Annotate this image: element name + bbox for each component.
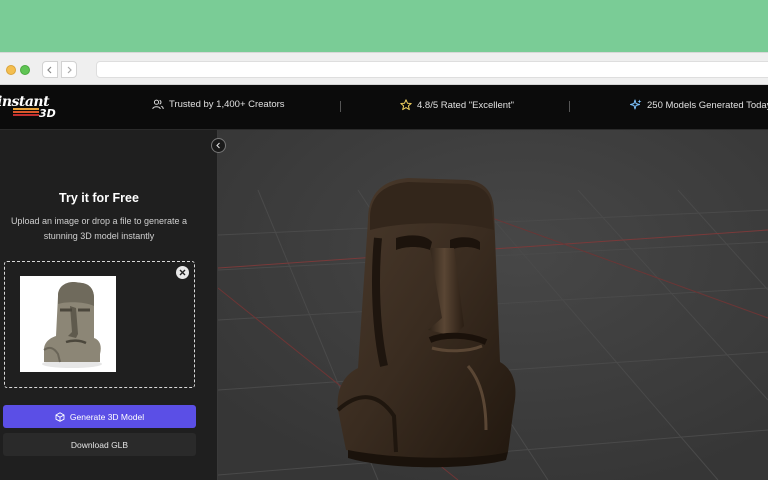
logo-stripe-3	[13, 114, 39, 116]
logo-stripes	[13, 108, 39, 119]
download-button-label: Download GLB	[70, 439, 129, 450]
stat-text: Trusted by 1,400+ Creators	[169, 99, 285, 110]
generate-3d-model-button[interactable]: Generate 3D Model	[3, 405, 196, 428]
browser-back-button[interactable]	[42, 61, 58, 78]
viewport-scene	[218, 130, 768, 480]
logo-stripe-1	[13, 108, 39, 110]
browser-toolbar	[0, 52, 768, 85]
logo-3d-mark: 3D	[39, 107, 56, 120]
desktop-background	[0, 0, 768, 52]
collapse-panel-button[interactable]	[211, 138, 226, 153]
chevron-left-icon	[216, 142, 220, 149]
stat-rating: 4.8/5 Rated "Excellent"	[400, 99, 514, 111]
site-header: instant 3D Trusted by 1,400+ Creators 4.…	[0, 85, 768, 130]
panel-subtitle: Upload an image or drop a file to genera…	[10, 216, 188, 241]
download-glb-button[interactable]: Download GLB	[3, 433, 196, 456]
maximize-window-button[interactable]	[20, 65, 30, 75]
header-divider	[569, 101, 570, 112]
remove-image-button[interactable]	[176, 266, 189, 279]
sparkles-icon	[630, 99, 642, 110]
stat-models-today: 250 Models Generated Today	[630, 99, 768, 111]
stat-trusted-creators: Trusted by 1,400+ Creators	[152, 99, 285, 110]
chevron-right-icon	[67, 66, 72, 73]
cube-icon	[55, 411, 65, 422]
panel-title: Try it for Free	[59, 191, 139, 205]
star-icon	[400, 99, 412, 111]
close-icon	[179, 269, 186, 276]
minimize-window-button[interactable]	[6, 65, 16, 75]
stat-text: 4.8/5 Rated "Excellent"	[417, 99, 515, 111]
header-divider	[340, 101, 341, 112]
stat-text: 250 Models Generated Today	[647, 99, 768, 111]
3d-viewport[interactable]	[218, 130, 768, 480]
logo-stripe-2	[13, 111, 39, 113]
generate-button-label: Generate 3D Model	[69, 411, 145, 422]
instant3d-logo[interactable]: instant 3D	[0, 94, 63, 122]
upload-dropzone[interactable]	[4, 261, 195, 388]
users-icon	[152, 99, 164, 110]
uploaded-image-thumbnail	[20, 276, 116, 372]
upload-panel: Try it for Free Upload an image or drop …	[0, 130, 218, 480]
address-bar[interactable]	[96, 61, 768, 78]
moai-thumbnail-image	[20, 276, 116, 372]
chevron-left-icon	[47, 66, 52, 73]
browser-forward-button[interactable]	[61, 61, 77, 78]
